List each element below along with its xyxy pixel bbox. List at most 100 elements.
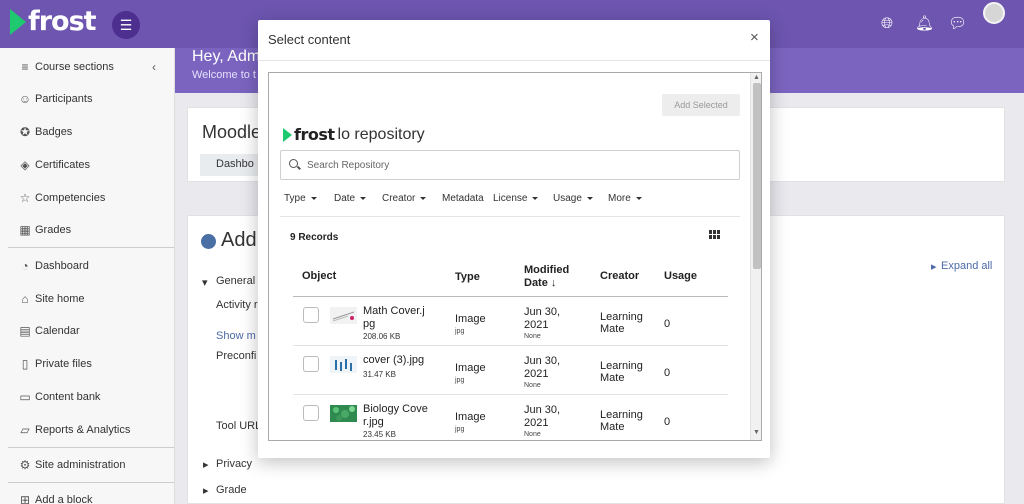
sidebar-item-course-sections[interactable]: ≡ Course sections: [18, 57, 113, 77]
show-more-link[interactable]: Show m: [216, 330, 256, 342]
gear-icon: ⚙: [19, 458, 31, 472]
sidebar-item-dashboard[interactable]: ◔ Dashboard: [18, 256, 88, 276]
site-logo[interactable]: frost: [10, 6, 97, 37]
row-checkbox[interactable]: [303, 307, 319, 323]
filter-creator[interactable]: Creator: [382, 193, 427, 204]
scrollbar-thumb[interactable]: [753, 83, 761, 269]
certificate-icon: ◈: [20, 158, 30, 172]
column-header-usage[interactable]: Usage: [664, 270, 697, 283]
badge-icon: ✪: [19, 125, 31, 139]
add-selected-button[interactable]: Add Selected: [662, 94, 740, 116]
calendar-icon: ▤: [19, 324, 31, 338]
filter-usage[interactable]: Usage: [553, 193, 593, 204]
message-icon[interactable]: 💬︎: [948, 15, 967, 33]
usage-count: 0: [664, 318, 671, 330]
filter-metadata[interactable]: Metadata: [442, 193, 484, 204]
file-name[interactable]: Math Cover.jpg: [363, 305, 429, 331]
scroll-up-icon[interactable]: ▲: [753, 74, 760, 81]
breadcrumb-dashboard[interactable]: Dashbo: [200, 154, 260, 176]
sidebar-item-private-files[interactable]: ▯ Private files: [18, 354, 92, 374]
star-icon: ☆: [19, 191, 31, 205]
column-header-creator[interactable]: Creator: [600, 270, 639, 283]
greeting-text: Hey, Adm: [192, 48, 261, 65]
filter-label: License: [493, 193, 528, 204]
sidebar-item-label: Badges: [35, 126, 73, 138]
welcome-subtext: Welcome to t: [192, 69, 256, 81]
collapsed-section-icon[interactable]: ▸: [203, 484, 209, 497]
grid-view-icon[interactable]: [709, 230, 721, 240]
sidebar-item-calendar[interactable]: ▤ Calendar: [18, 321, 80, 341]
sidebar-item-label: Participants: [35, 93, 93, 105]
usage-count: 0: [664, 416, 671, 428]
sidebar-item-label: Calendar: [35, 325, 80, 337]
expand-all-chevron-icon[interactable]: ▸: [931, 260, 937, 273]
filter-date[interactable]: Date: [334, 193, 367, 204]
preconfigured-tool-label: Preconfi: [216, 350, 257, 362]
notification-bell-icon[interactable]: 🔔︎: [915, 15, 934, 33]
filter-more[interactable]: More: [608, 193, 642, 204]
sidebar-item-grades[interactable]: ▦ Grades: [18, 220, 71, 240]
sidebar-item-label: Content bank: [35, 391, 101, 403]
modified-date: Jun 30, 2021: [524, 306, 561, 331]
filter-license[interactable]: License: [493, 193, 539, 204]
sidebar-item-badges[interactable]: ✪ Badges: [18, 122, 72, 142]
expand-section-icon[interactable]: ▾: [202, 276, 208, 289]
records-count: 9 Records: [290, 232, 339, 243]
thumbnail-cover-3: [330, 356, 357, 373]
file-type: Image: [455, 411, 486, 423]
file-extension: jpg: [455, 328, 465, 335]
sidebar-item-participants[interactable]: ☺ Participants: [18, 89, 93, 109]
filter-label: More: [608, 193, 631, 204]
scroll-down-icon[interactable]: ▼: [753, 429, 760, 436]
section-grade-header[interactable]: Grade: [216, 484, 247, 496]
scrollbar[interactable]: ▲ ▼: [750, 73, 761, 440]
sidebar-item-competencies[interactable]: ☆ Competencies: [18, 188, 106, 208]
caret-down-icon: [360, 197, 367, 200]
dashboard-icon: ◔: [21, 259, 29, 273]
table-row[interactable]: cover (3).jpg 31.47 KB Image jpg Jun 30,…: [293, 346, 728, 395]
search-input[interactable]: [307, 159, 707, 171]
row-checkbox[interactable]: [303, 356, 319, 372]
search-box: [280, 150, 740, 180]
close-icon[interactable]: ×: [750, 29, 759, 46]
sidebar-item-site-administration[interactable]: ⚙ Site administration: [18, 455, 126, 475]
column-header-object[interactable]: Object: [302, 270, 336, 283]
column-header-type[interactable]: Type: [455, 271, 480, 284]
section-general-header[interactable]: General: [216, 275, 255, 287]
tool-url-label: Tool URL: [216, 420, 262, 432]
sidebar-divider: [8, 247, 174, 248]
caret-down-icon: [586, 197, 593, 200]
globe-icon[interactable]: 🌐︎: [878, 15, 896, 33]
sidebar-item-add-block[interactable]: ⊞ Add a block: [18, 490, 93, 504]
collapsed-section-icon[interactable]: ▸: [203, 458, 209, 471]
sidebar-item-site-home[interactable]: ⌂ Site home: [18, 289, 84, 309]
sidebar-item-certificates[interactable]: ◈ Certificates: [18, 155, 90, 175]
file-name[interactable]: cover (3).jpg: [363, 354, 429, 367]
expand-all-link[interactable]: Expand all: [941, 260, 992, 272]
section-privacy-header[interactable]: Privacy: [216, 458, 252, 470]
table-icon: ▦: [19, 223, 31, 237]
file-type: Image: [455, 313, 486, 325]
file-name[interactable]: Biology Cover.jpg: [363, 403, 429, 429]
user-avatar[interactable]: [983, 2, 1005, 24]
activity-type-icon: [201, 234, 216, 249]
column-header-modified-date[interactable]: Modified Date ↓: [524, 264, 584, 290]
form-title: Add: [221, 229, 257, 251]
row-checkbox[interactable]: [303, 405, 319, 421]
modal-title: Select content: [268, 32, 351, 47]
sidebar-item-reports-analytics[interactable]: ▱ Reports & Analytics: [18, 420, 130, 440]
usage-count: 0: [664, 367, 671, 379]
sidebar-item-label: Reports & Analytics: [35, 424, 131, 436]
table-row[interactable]: Biology Cover.jpg 23.45 KB Image jpg Jun…: [293, 395, 728, 440]
filter-type[interactable]: Type: [284, 193, 317, 204]
modal-header: Select content ×: [258, 20, 770, 61]
home-icon: ⌂: [21, 292, 29, 306]
date-note: None: [524, 333, 541, 340]
sidebar-item-content-bank[interactable]: ▭ Content bank: [18, 387, 100, 407]
table-row[interactable]: Math Cover.jpg 208.06 KB Image jpg Jun 3…: [293, 297, 728, 346]
chevron-left-icon[interactable]: ‹: [152, 60, 156, 74]
menu-toggle-button[interactable]: ☰: [112, 11, 140, 39]
sidebar-item-label: Add a block: [35, 494, 93, 504]
caret-down-icon: [310, 197, 317, 200]
filter-label: Type: [284, 193, 306, 204]
